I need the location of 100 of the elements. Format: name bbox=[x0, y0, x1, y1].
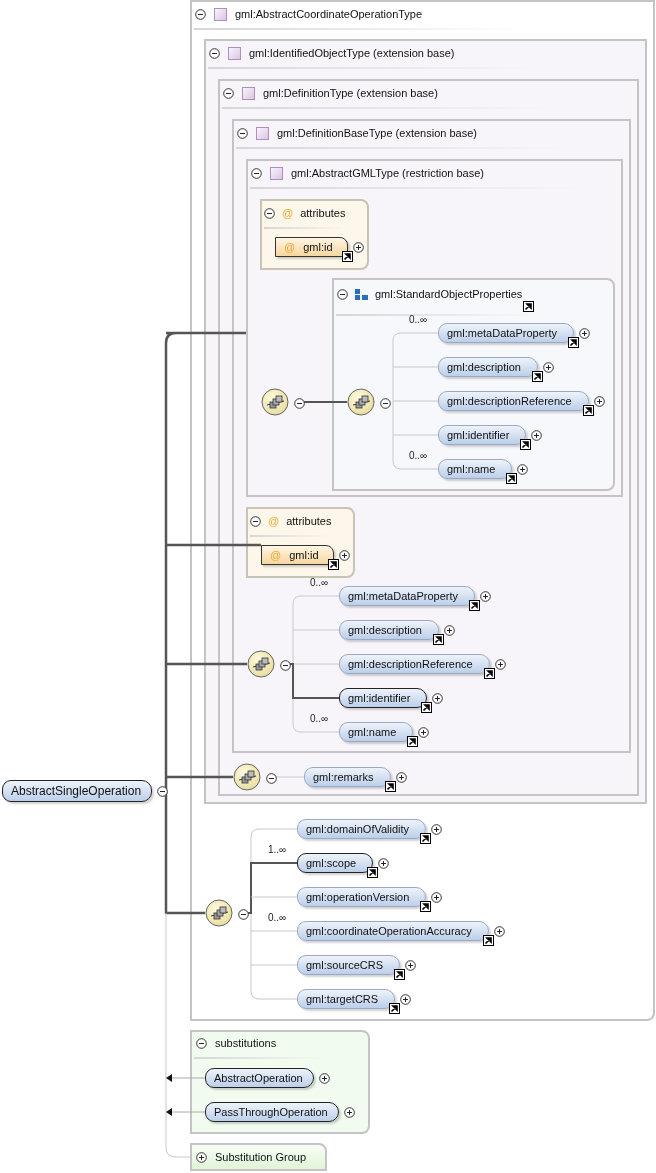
shortcut-arrow-icon[interactable] bbox=[483, 668, 495, 679]
expand-toggle[interactable] bbox=[378, 857, 390, 869]
element-node[interactable]: gml:targetCRS bbox=[297, 989, 396, 1009]
element-node[interactable]: gml:identifier bbox=[339, 688, 428, 708]
expand-toggle[interactable] bbox=[432, 692, 444, 704]
collapse-toggle[interactable] bbox=[237, 127, 248, 139]
type-title: gml:DefinitionType (extension base) bbox=[263, 87, 438, 99]
shortcut-arrow-icon[interactable] bbox=[341, 251, 353, 262]
collapse-toggle[interactable] bbox=[294, 397, 305, 409]
shortcut-arrow-icon[interactable] bbox=[327, 559, 339, 570]
shortcut-arrow-icon[interactable] bbox=[394, 969, 406, 980]
element-node[interactable]: gml:descriptionReference bbox=[339, 654, 490, 674]
expand-toggle[interactable] bbox=[405, 959, 417, 971]
root-element-node[interactable]: AbstractSingleOperation bbox=[2, 780, 153, 802]
substitution-node[interactable]: PassThroughOperation bbox=[205, 1102, 339, 1122]
shortcut-arrow-icon[interactable] bbox=[407, 736, 419, 747]
expand-toggle[interactable] bbox=[444, 624, 455, 636]
element-node[interactable]: gml:scope bbox=[297, 853, 374, 873]
element-node[interactable]: gml:identifier bbox=[438, 425, 527, 445]
collapse-toggle[interactable] bbox=[266, 772, 277, 784]
shortcut-arrow-icon[interactable] bbox=[520, 439, 532, 450]
occurrence-label: 0..∞ bbox=[409, 450, 428, 461]
element-node[interactable]: gml:name bbox=[438, 459, 513, 479]
element-node[interactable]: gml:coordinateOperationAccuracy bbox=[297, 921, 489, 941]
element-node[interactable]: gml:descriptionReference bbox=[438, 391, 589, 411]
collapse-toggle[interactable] bbox=[251, 167, 262, 179]
connector-line bbox=[302, 401, 348, 403]
shortcut-arrow-icon[interactable] bbox=[532, 371, 543, 382]
element-node[interactable]: gml:remarks bbox=[304, 767, 391, 787]
expand-toggle[interactable] bbox=[395, 771, 407, 783]
attribute-node[interactable]: @ gml:id bbox=[275, 237, 348, 257]
element-node[interactable]: gml:sourceCRS bbox=[297, 955, 401, 975]
shortcut-arrow-icon[interactable] bbox=[367, 867, 379, 878]
collapse-toggle[interactable] bbox=[157, 785, 169, 797]
expand-toggle[interactable] bbox=[318, 1072, 330, 1084]
shortcut-arrow-icon[interactable] bbox=[568, 337, 580, 348]
expand-toggle[interactable] bbox=[494, 658, 506, 670]
expand-toggle[interactable] bbox=[196, 1151, 207, 1163]
substitution-node[interactable]: AbstractOperation bbox=[205, 1068, 314, 1088]
attribute-name: gml:id bbox=[289, 549, 319, 561]
collapse-toggle[interactable] bbox=[264, 207, 275, 219]
shortcut-arrow-icon[interactable] bbox=[506, 473, 518, 484]
sequence-icon bbox=[233, 763, 263, 793]
arrow-line bbox=[166, 1074, 206, 1082]
attribute-node[interactable]: @ gml:id bbox=[261, 545, 334, 565]
attribute-symbol: @ bbox=[268, 515, 280, 527]
expand-toggle[interactable] bbox=[431, 891, 443, 903]
shortcut-arrow-icon[interactable] bbox=[420, 901, 432, 912]
shortcut-arrow-icon[interactable] bbox=[469, 600, 481, 611]
substitutions-title: substitutions bbox=[215, 1037, 277, 1049]
expand-toggle[interactable] bbox=[338, 549, 350, 561]
occurrence-label: 1..∞ bbox=[268, 844, 287, 855]
type-icon bbox=[228, 46, 241, 60]
expand-toggle[interactable] bbox=[579, 327, 591, 339]
expand-toggle[interactable] bbox=[352, 241, 364, 253]
substitution-group-title: Substitution Group bbox=[215, 1151, 307, 1163]
collapse-toggle[interactable] bbox=[209, 47, 220, 59]
shortcut-arrow-icon[interactable] bbox=[433, 634, 444, 645]
collapse-toggle[interactable] bbox=[238, 908, 249, 920]
type-icon bbox=[270, 166, 283, 180]
attribute-name: gml:id bbox=[303, 241, 333, 253]
expand-toggle[interactable] bbox=[517, 463, 529, 475]
sequence-icon bbox=[347, 388, 377, 418]
attributes-title: attributes bbox=[300, 207, 346, 219]
collapse-toggle[interactable] bbox=[223, 87, 234, 99]
collapse-toggle[interactable] bbox=[195, 8, 206, 20]
element-node[interactable]: gml:metaDataProperty bbox=[339, 586, 476, 606]
shortcut-arrow-icon[interactable] bbox=[482, 935, 494, 946]
collapse-toggle[interactable] bbox=[250, 515, 261, 527]
element-node[interactable]: gml:description bbox=[438, 357, 538, 377]
element-node[interactable]: gml:description bbox=[339, 620, 439, 640]
attributes-title: attributes bbox=[286, 515, 332, 527]
expand-toggle[interactable] bbox=[493, 925, 505, 937]
type-title: gml:AbstractGMLType (restriction base) bbox=[291, 167, 484, 179]
type-icon bbox=[256, 126, 269, 140]
shortcut-arrow-icon[interactable] bbox=[384, 781, 396, 792]
expand-toggle[interactable] bbox=[343, 1106, 355, 1118]
collapse-toggle[interactable] bbox=[196, 1037, 207, 1049]
sequence-icon bbox=[261, 388, 291, 418]
shortcut-arrow-icon[interactable] bbox=[421, 702, 433, 713]
collapse-toggle[interactable] bbox=[380, 397, 391, 409]
shortcut-arrow-icon[interactable] bbox=[582, 405, 594, 416]
element-node[interactable]: gml:metaDataProperty bbox=[438, 323, 575, 343]
expand-toggle[interactable] bbox=[480, 590, 492, 602]
collapse-toggle[interactable] bbox=[280, 659, 291, 671]
element-node[interactable]: gml:domainOfValidity bbox=[297, 819, 427, 839]
expand-toggle[interactable] bbox=[400, 993, 412, 1005]
expand-toggle[interactable] bbox=[531, 429, 543, 441]
shortcut-arrow-icon[interactable] bbox=[420, 833, 432, 844]
shortcut-arrow-icon[interactable] bbox=[389, 1003, 401, 1014]
expand-toggle[interactable] bbox=[543, 361, 554, 373]
expand-toggle[interactable] bbox=[593, 395, 605, 407]
shortcut-arrow-icon[interactable] bbox=[523, 301, 535, 312]
collapse-toggle[interactable] bbox=[337, 288, 348, 300]
expand-toggle[interactable] bbox=[418, 726, 430, 738]
element-node[interactable]: gml:name bbox=[339, 722, 414, 742]
type-title: gml:AbstractCoordinateOperationType bbox=[235, 8, 423, 20]
expand-toggle[interactable] bbox=[431, 823, 443, 835]
occurrence-label: 0..∞ bbox=[310, 577, 329, 588]
element-node[interactable]: gml:operationVersion bbox=[297, 887, 427, 907]
